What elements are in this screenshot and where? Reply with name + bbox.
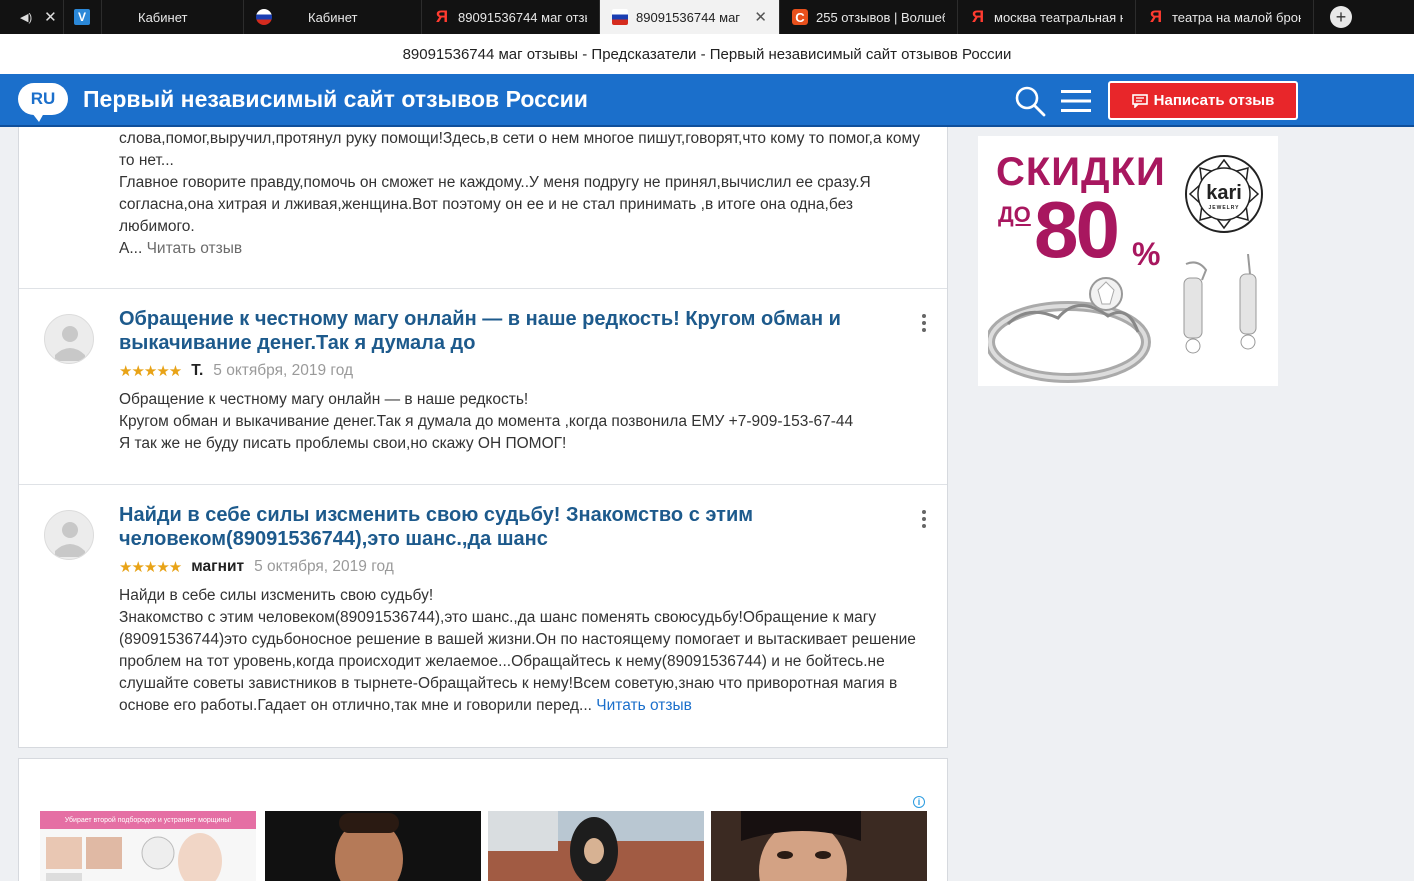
jewelry-image bbox=[988, 254, 1257, 383]
tab-label: Кабинет bbox=[138, 9, 188, 25]
browser-tab[interactable]: Я театра на малой брон bbox=[1136, 0, 1314, 34]
yandex-icon: Я bbox=[435, 7, 449, 26]
review-body: Найди в себе силы изсменить свою судьбу!… bbox=[119, 585, 929, 717]
read-more-link[interactable]: Читать отзыв bbox=[596, 697, 692, 714]
ad-thumbnail[interactable] bbox=[488, 811, 704, 881]
new-tab-button[interactable]: + bbox=[1330, 6, 1352, 28]
speaker-icon[interactable]: ◀) bbox=[20, 11, 32, 24]
review-card: слова,помог,выручил,протянул руку помощи… bbox=[19, 127, 947, 289]
menu-icon[interactable] bbox=[1060, 88, 1092, 114]
review-text-line: согласна,она хитрая и лживая,женщина.Вот… bbox=[119, 196, 853, 213]
window-title: 89091536744 маг отзывы - Предсказатели -… bbox=[0, 34, 1414, 74]
review-text-line: А... Читать отзыв bbox=[119, 238, 929, 260]
close-icon[interactable]: ✕ bbox=[754, 8, 767, 26]
review-text-line: Главное говорите правду,помочь он сможет… bbox=[119, 174, 871, 191]
browser-tab[interactable]: Я 89091536744 маг отзы bbox=[422, 0, 600, 34]
write-review-label: Написать отзыв bbox=[1153, 92, 1275, 109]
review-text-line: (89091536744)это судьбоносное решение в … bbox=[119, 631, 916, 648]
rating-stars: ★★★★★ bbox=[119, 559, 182, 576]
browser-tab[interactable]: V bbox=[64, 0, 102, 34]
review-date: 5 октября, 2019 год bbox=[213, 362, 354, 379]
review-title[interactable]: Найди в себе силы изсменить свою судьбу!… bbox=[119, 503, 889, 551]
review-text-line: проблем на тот уровень,когда происходит … bbox=[119, 653, 885, 670]
browser-tab[interactable]: C 255 отзывов | Волшеб bbox=[780, 0, 958, 34]
review-last-line: основе его работы.Гадает он отлично,так … bbox=[119, 697, 592, 714]
kari-ad-banner[interactable]: СКИДКИ ДО 80 % kari JEWELRY bbox=[978, 136, 1278, 386]
review-text-line: любимого. bbox=[119, 218, 195, 235]
review-card: Обращение к честному магу онлайн — в наш… bbox=[19, 289, 947, 485]
site-logo[interactable]: RU bbox=[18, 83, 68, 122]
avatar[interactable] bbox=[44, 510, 94, 560]
review-date: 5 октября, 2019 год bbox=[254, 558, 394, 575]
browser-tab[interactable]: Кабинет bbox=[244, 0, 422, 34]
search-icon[interactable] bbox=[1014, 85, 1046, 117]
review-title[interactable]: Обращение к честному магу онлайн — в наш… bbox=[119, 307, 889, 355]
vk-icon: V bbox=[74, 9, 90, 25]
comment-icon bbox=[1131, 93, 1148, 108]
site-header: RU Первый независимый сайт отзывов Росси… bbox=[0, 74, 1414, 127]
russian-flag-icon bbox=[612, 9, 628, 25]
more-options-icon[interactable] bbox=[921, 314, 927, 332]
review-text-line: слушайте советы завистников в тырнете-Об… bbox=[119, 675, 898, 692]
info-icon[interactable]: i bbox=[913, 796, 925, 808]
review-text-line: Я так же не буду писать проблемы свои,но… bbox=[119, 435, 567, 452]
ad-thumbnail[interactable] bbox=[711, 811, 927, 881]
ad-brand-sub: JEWELRY bbox=[1209, 205, 1240, 211]
kari-logo: kari JEWELRY bbox=[1185, 155, 1263, 233]
write-review-button[interactable]: Написать отзыв bbox=[1108, 81, 1298, 120]
browser-tab-strip: пе ◀) ✕ V Кабинет Кабинет Я 89091536744 … bbox=[0, 0, 1414, 34]
review-text-line: Обращение к честному магу онлайн — в наш… bbox=[119, 391, 529, 408]
review-text-line: то нет... bbox=[119, 152, 174, 169]
tab-label: Кабинет bbox=[308, 9, 358, 25]
russian-flag-icon bbox=[256, 9, 272, 25]
c-icon: C bbox=[792, 9, 808, 25]
ad-prefix: ДО bbox=[998, 202, 1031, 227]
ad-thumbnail[interactable] bbox=[265, 811, 481, 881]
review-tail: А... bbox=[119, 240, 143, 257]
review-card: Найди в себе силы изсменить свою судьбу!… bbox=[19, 485, 947, 747]
tab-label: 255 отзывов | Волшеб bbox=[816, 9, 945, 25]
review-text-line: Найди в себе силы изсменить свою судьбу! bbox=[119, 587, 434, 604]
tab-label: 89091536744 маг от bbox=[636, 9, 742, 25]
tab-label: москва театральная н bbox=[994, 9, 1123, 25]
review-meta: ★★★★★ магнит 5 октября, 2019 год bbox=[119, 558, 929, 576]
yandex-icon: Я bbox=[1149, 7, 1163, 26]
review-text-line: Кругом обман и выкачивание денег.Так я д… bbox=[119, 413, 854, 430]
tab-label: 89091536744 маг отзы bbox=[458, 9, 587, 25]
review-text-line: слова,помог,выручил,протянул руку помощи… bbox=[119, 130, 921, 147]
review-text-line: основе его работы.Гадает он отлично,так … bbox=[119, 695, 929, 717]
read-more-link[interactable]: Читать отзыв bbox=[147, 240, 243, 257]
user-placeholder-icon bbox=[55, 326, 85, 361]
ad-thumb-caption: Убирает второй подбородок и устраняет мо… bbox=[40, 811, 256, 829]
review-author[interactable]: магнит bbox=[191, 558, 244, 576]
more-options-icon[interactable] bbox=[921, 510, 927, 528]
user-placeholder-icon bbox=[55, 522, 85, 557]
browser-tab[interactable]: пе ◀) ✕ bbox=[0, 0, 64, 34]
avatar[interactable] bbox=[44, 314, 94, 364]
browser-tab[interactable]: Я москва театральная н bbox=[958, 0, 1136, 34]
rating-stars: ★★★★★ bbox=[119, 363, 182, 380]
review-feed: слова,помог,выручил,протянул руку помощи… bbox=[18, 127, 948, 748]
tab-label: театра на малой брон bbox=[1172, 9, 1301, 25]
review-body: Обращение к честному магу онлайн — в наш… bbox=[119, 389, 889, 455]
browser-tab-active[interactable]: 89091536744 маг от ✕ bbox=[600, 0, 780, 34]
ad-thumbnail[interactable]: Убирает второй подбородок и устраняет мо… bbox=[40, 811, 256, 881]
review-text-line: Знакомство с этим человеком(89091536744)… bbox=[119, 609, 877, 626]
yandex-icon: Я bbox=[971, 7, 985, 26]
review-author[interactable]: Т. bbox=[191, 362, 203, 380]
ad-brand: kari bbox=[1206, 182, 1242, 204]
close-icon[interactable]: ✕ bbox=[44, 8, 57, 26]
review-meta: ★★★★★ Т. 5 октября, 2019 год bbox=[119, 362, 889, 380]
site-title[interactable]: Первый независимый сайт отзывов России bbox=[83, 86, 588, 113]
review-body: слова,помог,выручил,протянул руку помощи… bbox=[119, 128, 929, 260]
bottom-ad-block[interactable]: i Убирает второй подбородок и устраняет … bbox=[18, 758, 948, 881]
browser-tab[interactable]: Кабинет bbox=[102, 0, 244, 34]
